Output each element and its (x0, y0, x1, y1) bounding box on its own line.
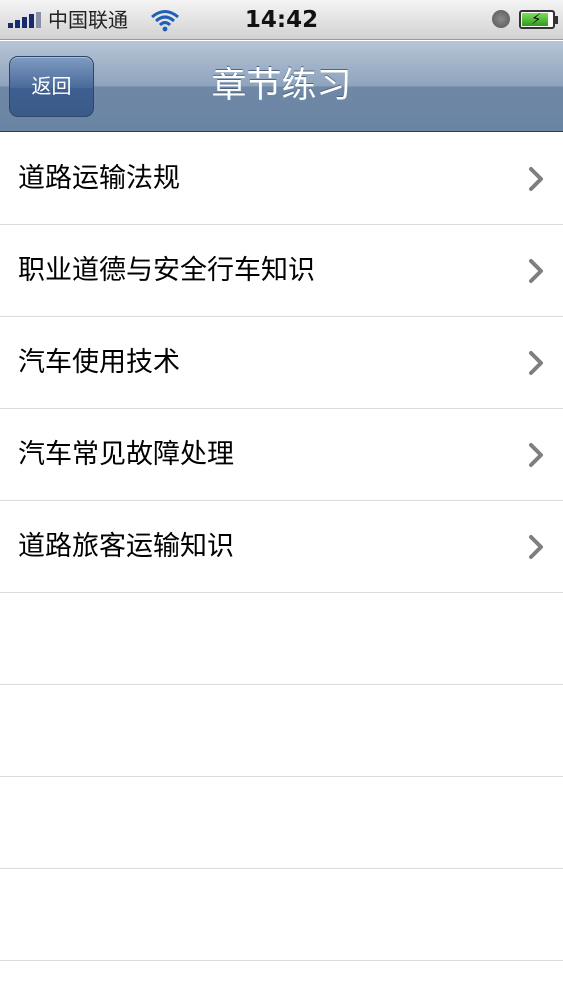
list-item-label: 汽车使用技术 (18, 347, 180, 378)
chevron-right-icon (529, 351, 543, 375)
list-item-label: 道路旅客运输知识 (18, 531, 234, 562)
list-item[interactable]: 汽车使用技术 (0, 317, 563, 409)
empty-row (0, 685, 563, 777)
list-item-label: 职业道德与安全行车知识 (18, 255, 315, 286)
navigation-bar: 返回 章节练习 (0, 41, 563, 132)
orientation-lock-icon (492, 10, 510, 28)
status-time: 14:42 (244, 7, 319, 33)
empty-row (0, 777, 563, 869)
page-title: 章节练习 (211, 66, 352, 106)
chevron-right-icon (529, 259, 543, 283)
list-item[interactable]: 道路运输法规 (0, 133, 563, 225)
chevron-right-icon (529, 535, 543, 559)
charging-bolt-icon: ⚡ (531, 10, 542, 28)
list-item[interactable]: 道路旅客运输知识 (0, 501, 563, 593)
empty-row (0, 869, 563, 961)
screen: 中国联通 14:42 ⚡ 返回 章节练习 道路运输法规 职业道德与安全行车知识 … (0, 0, 563, 1000)
chapter-list: 道路运输法规 职业道德与安全行车知识 汽车使用技术 汽车常见故障处理 道路旅客运… (0, 133, 563, 961)
back-button[interactable]: 返回 (9, 56, 94, 117)
list-item-label: 道路运输法规 (18, 163, 180, 194)
list-item[interactable]: 职业道德与安全行车知识 (0, 225, 563, 317)
list-item-label: 汽车常见故障处理 (18, 439, 234, 470)
list-item[interactable]: 汽车常见故障处理 (0, 409, 563, 501)
chevron-right-icon (529, 443, 543, 467)
chevron-right-icon (529, 167, 543, 191)
empty-row (0, 593, 563, 685)
battery-charging-icon: ⚡ (519, 10, 558, 29)
status-bar: 中国联通 14:42 ⚡ (0, 0, 563, 40)
